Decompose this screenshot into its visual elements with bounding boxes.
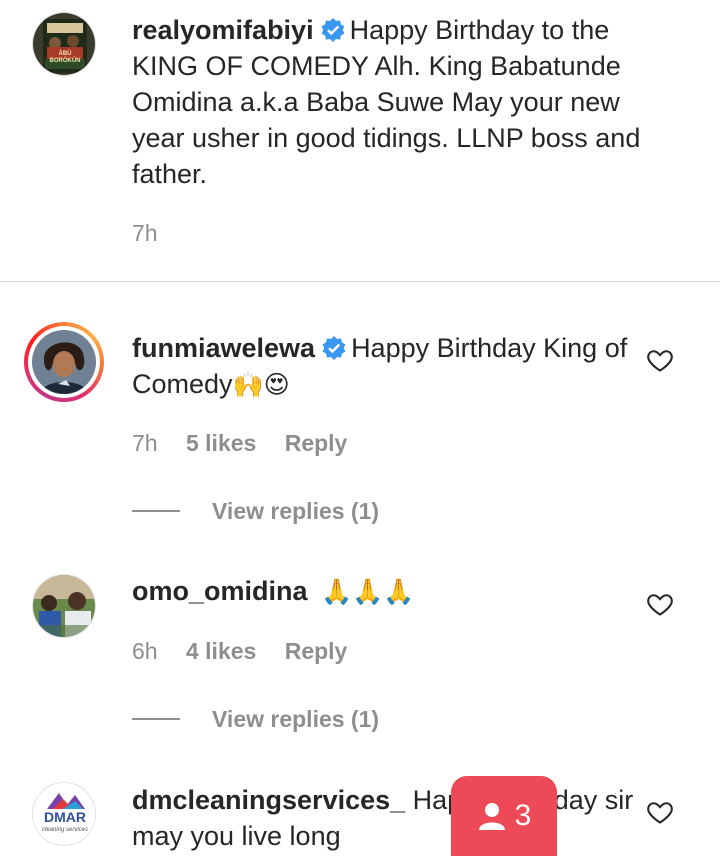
avatar-image	[33, 575, 95, 637]
avatar	[32, 330, 96, 394]
notification-count: 3	[514, 799, 532, 832]
avatar-logo-subtext: cleaning services	[41, 827, 89, 833]
avatar[interactable]: ÀBÙ BORÒKÚN	[32, 12, 96, 76]
activity-notification-badge[interactable]: 3	[451, 776, 557, 856]
view-replies-button[interactable]: View replies (1)	[132, 704, 379, 734]
comment-text-block: omo_omidina 🙏🙏🙏	[132, 573, 642, 610]
comment-meta: 6h 4 likes Reply	[132, 638, 347, 665]
heart-icon[interactable]	[646, 590, 674, 618]
verified-badge-icon	[322, 336, 346, 360]
timestamp: 6h	[132, 638, 158, 664]
story-ring[interactable]	[24, 322, 104, 402]
likes-count[interactable]: 4 likes	[186, 638, 256, 664]
person-icon	[478, 803, 505, 830]
verified-badge-icon	[321, 18, 344, 42]
reply-button[interactable]: Reply	[285, 430, 348, 456]
heart-icon[interactable]	[646, 798, 674, 826]
reply-button[interactable]: Reply	[285, 638, 348, 664]
avatar[interactable]: DMAR cleaning services	[32, 782, 96, 846]
avatar-image	[33, 13, 95, 75]
comment-username[interactable]: omo_omidina	[132, 576, 308, 606]
view-replies-button[interactable]: View replies (1)	[132, 496, 379, 526]
timestamp: 7h	[132, 430, 158, 456]
timestamp: 7h	[132, 220, 158, 246]
comment-emoji: 🙏🙏🙏	[321, 577, 415, 606]
avatar[interactable]	[32, 574, 96, 638]
divider-line	[132, 510, 180, 512]
comment-emoji: 🙌😍	[232, 370, 290, 399]
comment-text-block: funmiawelewa Happy Birthday King of Comed…	[132, 330, 642, 403]
divider-line	[132, 718, 180, 720]
comment-meta: 7h 5 likes Reply	[132, 430, 347, 457]
view-replies-label: View replies (1)	[212, 497, 380, 524]
comment-text-block: dmcleaningservices_ Happy Birthday sir m…	[132, 782, 642, 854]
likes-count[interactable]: 5 likes	[186, 430, 256, 456]
caption-username[interactable]: realyomifabiyi	[132, 15, 314, 45]
caption-text-block: realyomifabiyi Happy Birthday to the KING…	[132, 12, 672, 192]
post-caption: ÀBÙ BORÒKÚN realyomifabiyi Happy Birthday…	[0, 0, 720, 282]
avatar-logo-text: DMAR	[44, 809, 86, 825]
heart-icon[interactable]	[646, 346, 674, 374]
comment-username[interactable]: dmcleaningservices_	[132, 785, 405, 815]
view-replies-label: View replies (1)	[212, 705, 380, 732]
caption-meta: 7h	[132, 220, 158, 247]
comment-username[interactable]: funmiawelewa	[132, 333, 315, 363]
avatar-title: ÀBÙ BORÒKÚN	[49, 51, 81, 64]
